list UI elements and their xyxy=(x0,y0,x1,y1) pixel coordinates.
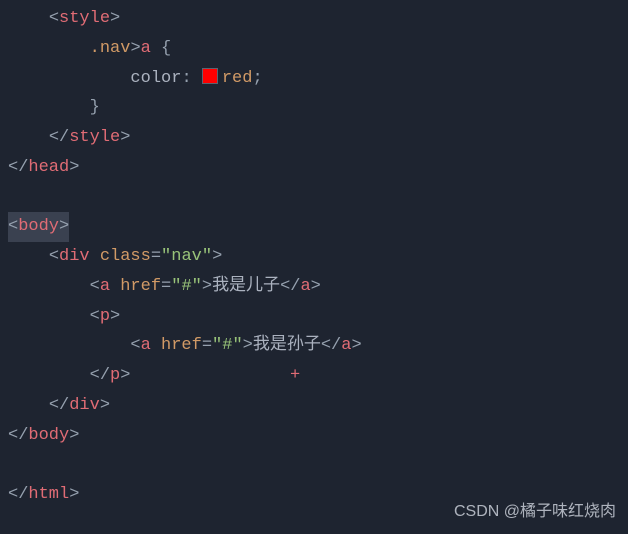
code-line-brace-close[interactable]: } xyxy=(0,93,628,123)
watermark-text: CSDN @橘子味红烧肉 xyxy=(454,498,616,526)
color-swatch-icon xyxy=(202,68,218,84)
code-line-div-open[interactable]: <div class="nav"> xyxy=(0,242,628,272)
code-line-style-close[interactable]: </style> xyxy=(0,123,628,153)
selection-highlight: <body> xyxy=(8,212,69,242)
code-line-a-grandchild[interactable]: <a href="#">我是孙子</a> xyxy=(0,331,628,361)
code-line-a-child[interactable]: <a href="#">我是儿子</a> xyxy=(0,272,628,302)
code-line-body-open[interactable]: <body> xyxy=(0,212,628,242)
code-line-body-close[interactable]: </body> xyxy=(0,421,628,451)
code-line-css-prop[interactable]: color: red; xyxy=(0,64,628,94)
cursor-marker-icon: + xyxy=(290,361,300,391)
code-line-p-open[interactable]: <p> xyxy=(0,302,628,332)
code-line-blank[interactable] xyxy=(0,450,628,480)
code-line-div-close[interactable]: </div> xyxy=(0,391,628,421)
code-line-head-close[interactable]: </head> xyxy=(0,153,628,183)
code-line-blank[interactable] xyxy=(0,183,628,213)
code-line-p-close[interactable]: </p>+ xyxy=(0,361,628,391)
code-line-style-open[interactable]: <style> xyxy=(0,4,628,34)
code-line-selector[interactable]: .nav>a { xyxy=(0,34,628,64)
